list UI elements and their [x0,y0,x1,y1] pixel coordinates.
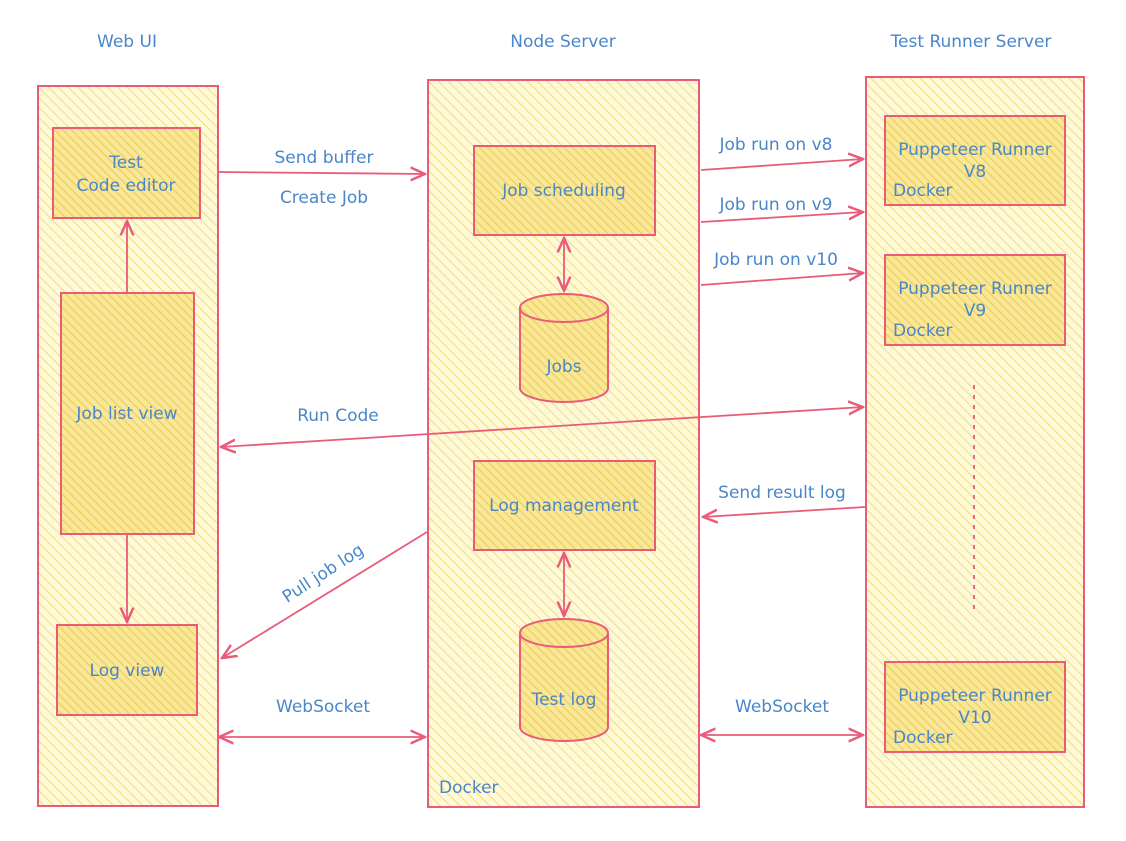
send-result-log-arrow [703,506,866,517]
runner-v9-box: Puppeteer Runner V9 Docker [884,254,1066,346]
runner-v10-box: Puppeteer Runner V10 Docker [884,661,1066,753]
websocket-left-label: WebSocket [276,697,370,717]
log-management-box: Log management [473,460,656,551]
job-run-v8-label: Job run on v8 [718,135,832,155]
runner-v8-name: Puppeteer Runner [898,140,1052,160]
runner-v9-version: V9 [964,301,986,321]
log-view-label: Log view [90,661,165,681]
job-scheduling-label: Job scheduling [501,181,626,201]
test-log-database: Test log [519,618,609,742]
job-run-v8-arrow [700,159,863,171]
pull-job-log-label: Pull job log [279,540,368,607]
log-view-box: Log view [56,624,198,716]
node-server-header: Node Server [510,32,616,52]
jobs-database: Jobs [519,293,609,403]
send-buffer-label: Send buffer [275,148,374,168]
web-ui-header: Web UI [97,32,157,52]
log-management-label: Log management [489,496,639,516]
job-run-v9-label: Job run on v9 [718,195,832,215]
job-list-view-label: Job list view [75,404,177,424]
runner-v8-version: V8 [964,162,986,182]
test-runner-server-header: Test Runner Server [890,32,1052,52]
node-server-docker-label: Docker [439,778,499,798]
code-editor-label-line1: Test [108,153,143,173]
job-run-v10-arrow [700,273,863,286]
architecture-diagram: Web UI Node Server Test Runner Server Te… [37,32,1085,808]
runner-v8-box: Puppeteer Runner V8 Docker [884,115,1066,206]
code-editor-label-line2: Code editor [77,176,176,196]
runner-v9-name: Puppeteer Runner [898,279,1052,299]
run-code-label: Run Code [297,406,379,426]
jobs-label: Jobs [545,357,581,377]
create-job-label: Create Job [280,188,368,208]
job-list-view-box: Job list view [60,292,195,535]
runner-v10-docker: Docker [893,728,953,748]
pull-job-log-arrow [222,531,428,658]
runner-v9-docker: Docker [893,321,953,341]
job-scheduling-box: Job scheduling [473,145,656,236]
runner-v8-docker: Docker [893,181,953,201]
send-result-log-label: Send result log [718,483,846,503]
send-buffer-arrow [218,172,425,174]
test-log-label: Test log [531,690,597,710]
runner-v10-version: V10 [958,708,991,728]
websocket-right-label: WebSocket [735,697,829,717]
runner-v10-name: Puppeteer Runner [898,686,1052,706]
job-run-v10-label: Job run on v10 [713,250,838,270]
code-editor-box: Test Code editor [52,127,201,219]
